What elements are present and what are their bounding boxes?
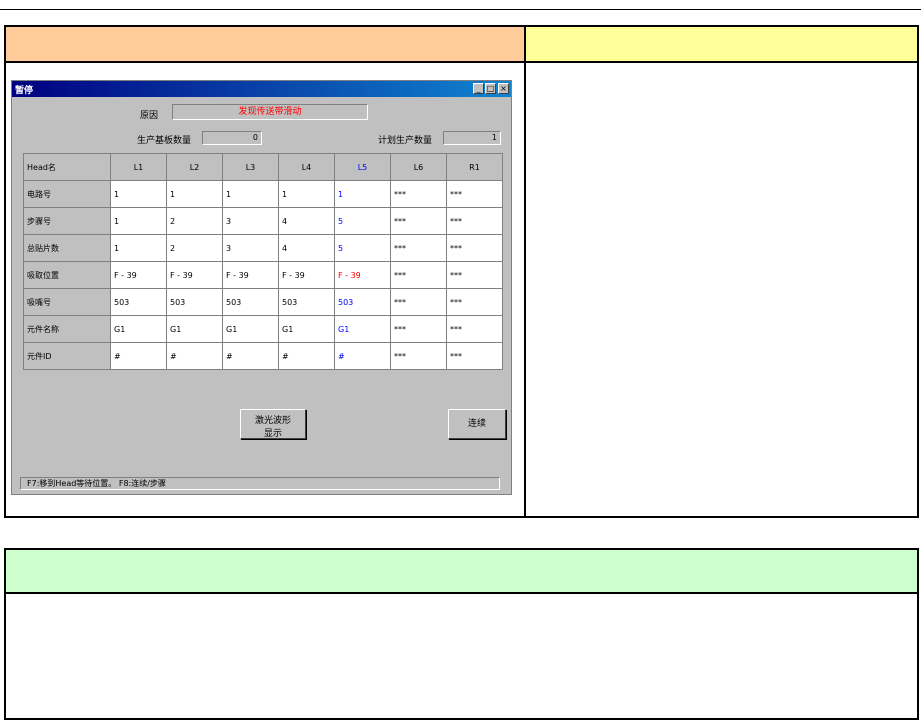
- table-cell: ***: [446, 288, 503, 316]
- table-cell: ***: [390, 180, 447, 208]
- table-cell: ***: [390, 234, 447, 262]
- table-cell-active: 5: [334, 207, 391, 235]
- table-row: 电路号 1 1 1 1 1 *** ***: [23, 180, 503, 208]
- laser-waveform-label-line2: 显示: [263, 429, 282, 439]
- table-cell: ***: [390, 261, 447, 289]
- dialog-titlebar: 暂停 _ □ ×: [12, 81, 511, 97]
- planned-count-field: 1: [443, 131, 501, 145]
- table-row: 总贴片数 1 2 3 4 5 *** ***: [23, 234, 503, 262]
- row-header: 吸嘴号: [23, 288, 111, 316]
- column-header: R1: [446, 153, 503, 181]
- table-row: 吸取位置 F - 39 F - 39 F - 39 F - 39 F - 39 …: [23, 261, 503, 289]
- head-status-table: Head名 L1 L2 L3 L4 L5 L6 R1 电路号 1 1 1 1 1…: [23, 153, 503, 370]
- table-cell: 1: [110, 180, 167, 208]
- minimize-button[interactable]: _: [473, 83, 484, 94]
- table-cell: F - 39: [110, 261, 167, 289]
- close-button[interactable]: ×: [498, 83, 509, 94]
- pause-dialog: 暂停 _ □ × 原因 发现传送带滑动 生产基板数量 0 计划生产数量 1 He…: [11, 80, 512, 495]
- table-cell: #: [222, 342, 279, 370]
- table-cell: 503: [222, 288, 279, 316]
- table-cell: 3: [222, 234, 279, 262]
- table-cell: 1: [110, 207, 167, 235]
- column-header: L2: [166, 153, 223, 181]
- table-cell-active: 1: [334, 180, 391, 208]
- table-cell: 4: [278, 234, 335, 262]
- table-cell: G1: [110, 315, 167, 343]
- column-header: L4: [278, 153, 335, 181]
- status-bar: F7:移到Head等待位置。 F8:连续/步骤: [20, 477, 500, 490]
- table-cell: #: [278, 342, 335, 370]
- table-cell-active: 503: [334, 288, 391, 316]
- table-header-row: Head名 L1 L2 L3 L4 L5 L6 R1: [23, 153, 503, 181]
- left-header-band: [4, 25, 526, 63]
- row-header: 步骤号: [23, 207, 111, 235]
- table-cell: 2: [166, 207, 223, 235]
- produced-count-field: 0: [202, 131, 262, 145]
- reason-field: 发现传送带滑动: [172, 104, 368, 120]
- table-cell: ***: [446, 234, 503, 262]
- table-cell: F - 39: [166, 261, 223, 289]
- right-header-band: [526, 25, 919, 63]
- table-cell-active: 5: [334, 234, 391, 262]
- table-cell: ***: [446, 180, 503, 208]
- table-cell: #: [166, 342, 223, 370]
- table-cell: G1: [166, 315, 223, 343]
- table-cell-active: G1: [334, 315, 391, 343]
- table-row: 元件ID # # # # # *** ***: [23, 342, 503, 370]
- table-cell: 4: [278, 207, 335, 235]
- right-content-panel: [526, 63, 919, 518]
- table-cell: 1: [166, 180, 223, 208]
- maximize-button[interactable]: □: [485, 83, 496, 94]
- table-cell: ***: [446, 315, 503, 343]
- table-cell: G1: [278, 315, 335, 343]
- reason-label: 原因: [140, 111, 159, 121]
- table-cell: 1: [110, 234, 167, 262]
- bottom-header-band: [4, 548, 919, 594]
- table-cell: ***: [446, 207, 503, 235]
- top-divider: [0, 9, 921, 10]
- table-cell: ***: [390, 342, 447, 370]
- table-cell: F - 39: [278, 261, 335, 289]
- table-cell: ***: [390, 207, 447, 235]
- row-header: 元件ID: [23, 342, 111, 370]
- table-cell: 1: [278, 180, 335, 208]
- table-cell: ***: [390, 288, 447, 316]
- table-cell: G1: [222, 315, 279, 343]
- table-cell-active: #: [334, 342, 391, 370]
- table-cell: ***: [446, 261, 503, 289]
- laser-waveform-label-line1: 激光波形: [254, 416, 291, 426]
- table-cell: #: [110, 342, 167, 370]
- table-cell: ***: [390, 315, 447, 343]
- table-cell: 503: [110, 288, 167, 316]
- column-header: L1: [110, 153, 167, 181]
- table-cell: 503: [166, 288, 223, 316]
- planned-count-label: 计划生产数量: [378, 136, 433, 146]
- table-row: 步骤号 1 2 3 4 5 *** ***: [23, 207, 503, 235]
- row-header: 电路号: [23, 180, 111, 208]
- table-cell: 503: [278, 288, 335, 316]
- row-header: 元件名称: [23, 315, 111, 343]
- column-header-active: L5: [334, 153, 391, 181]
- table-cell-alert: F - 39: [334, 261, 391, 289]
- table-row: 吸嘴号 503 503 503 503 503 *** ***: [23, 288, 503, 316]
- dialog-title: 暂停: [15, 86, 34, 96]
- column-header: L6: [390, 153, 447, 181]
- table-cell: 2: [166, 234, 223, 262]
- table-corner-header: Head名: [23, 153, 111, 181]
- bottom-content-panel: [4, 594, 919, 720]
- column-header: L3: [222, 153, 279, 181]
- table-cell: F - 39: [222, 261, 279, 289]
- produced-count-label: 生产基板数量: [137, 136, 192, 146]
- laser-waveform-button[interactable]: 激光波形 显示: [240, 409, 306, 439]
- table-cell: 3: [222, 207, 279, 235]
- row-header: 总贴片数: [23, 234, 111, 262]
- table-cell: ***: [446, 342, 503, 370]
- table-row: 元件名称 G1 G1 G1 G1 G1 *** ***: [23, 315, 503, 343]
- row-header: 吸取位置: [23, 261, 111, 289]
- table-cell: 1: [222, 180, 279, 208]
- continue-button[interactable]: 连续: [448, 409, 506, 439]
